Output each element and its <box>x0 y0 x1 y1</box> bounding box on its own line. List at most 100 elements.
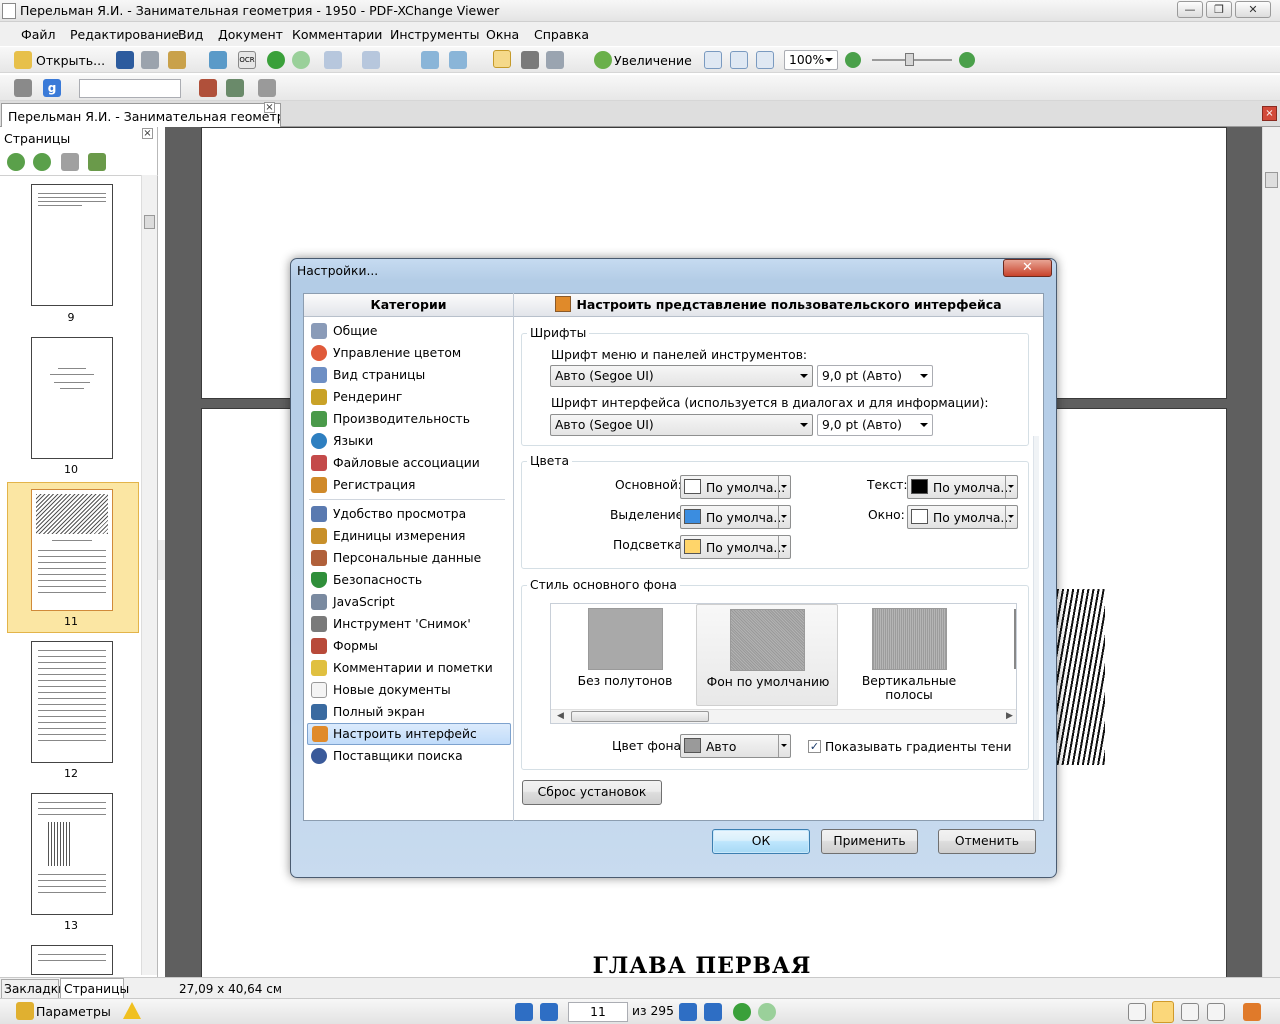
category-personal-data[interactable]: Персональные данные <box>309 548 509 568</box>
bg-color-picker[interactable]: Авто <box>680 734 791 758</box>
panel-close-icon[interactable]: × <box>142 128 153 139</box>
category-performance[interactable]: Производительность <box>309 409 509 429</box>
page-thumbnail-current[interactable] <box>31 489 113 611</box>
warning-icon[interactable] <box>123 1002 141 1019</box>
next-page-icon[interactable] <box>679 1003 697 1021</box>
document-scrollbar-thumb[interactable] <box>1265 172 1278 188</box>
zoom-in-icon[interactable] <box>959 52 975 68</box>
continuous-facing-icon[interactable] <box>1207 1003 1225 1021</box>
thumb-zoom-out-icon[interactable] <box>33 153 51 171</box>
background-list-hscroll[interactable]: ◀ ▶ <box>551 709 1016 723</box>
highlight-color-picker[interactable]: По умолча... <box>680 535 791 559</box>
category-general[interactable]: Общие <box>309 321 509 341</box>
category-customize-ui[interactable]: Настроить интерфейс <box>307 723 511 745</box>
category-file-associations[interactable]: Файловые ассоциации <box>309 453 509 473</box>
thumb-extract-icon[interactable] <box>88 153 106 171</box>
tab-close-icon[interactable]: × <box>264 102 275 113</box>
facing-pages-icon[interactable] <box>1181 1003 1199 1021</box>
menu-tools[interactable]: Инструменты <box>390 27 479 42</box>
bg-option-default[interactable]: Фон по умолчанию <box>696 604 838 706</box>
menu-comments[interactable]: Комментарии <box>292 27 382 42</box>
minimize-button[interactable]: — <box>1177 1 1203 18</box>
thumb-print-icon[interactable] <box>61 153 79 171</box>
thumb-zoom-in-icon[interactable] <box>7 153 25 171</box>
menu-font-select[interactable]: Авто (Segoe UI) <box>550 365 813 387</box>
continuous-page-icon[interactable] <box>1152 1001 1174 1023</box>
zoom-slider-thumb[interactable] <box>905 53 914 66</box>
menu-document[interactable]: Документ <box>218 27 283 42</box>
page-thumbnail[interactable] <box>31 641 113 763</box>
highlight-icon[interactable] <box>258 79 276 97</box>
category-registration[interactable]: Регистрация <box>309 475 509 495</box>
document-scrollbar[interactable] <box>1262 127 1280 977</box>
open-button[interactable]: Открыть... <box>36 53 105 68</box>
zoom-icon[interactable] <box>594 51 612 69</box>
export-icon[interactable] <box>168 51 186 69</box>
fit-width-icon[interactable] <box>756 51 774 69</box>
main-color-picker[interactable]: По умолча... <box>680 475 791 499</box>
ok-button[interactable]: ОК <box>712 829 810 854</box>
single-page-icon[interactable] <box>1128 1003 1146 1021</box>
actual-size-icon[interactable] <box>704 51 722 69</box>
print-icon[interactable] <box>141 51 159 69</box>
menu-file[interactable]: Файл <box>21 27 56 42</box>
tab-bookmarks[interactable]: Закладки <box>1 979 66 999</box>
category-snapshot-tool[interactable]: Инструмент 'Снимок' <box>309 614 509 634</box>
save-icon[interactable] <box>116 51 134 69</box>
reset-settings-button[interactable]: Сброс установок <box>522 780 662 805</box>
menu-edit[interactable]: Редактирование <box>70 27 179 42</box>
first-page-icon[interactable] <box>515 1003 533 1021</box>
category-color-management[interactable]: Управление цветом <box>309 343 509 363</box>
category-viewing-comfort[interactable]: Удобство просмотра <box>309 504 509 524</box>
snapshot-icon[interactable] <box>521 51 539 69</box>
settings-scrollbar[interactable] <box>1033 436 1039 820</box>
document-tab[interactable]: Перельман Я.И. - Занимательная геометри.… <box>1 103 281 127</box>
find-next-icon[interactable] <box>199 79 217 97</box>
zoom-out-icon[interactable] <box>845 52 861 68</box>
menu-windows[interactable]: Окна <box>486 27 519 42</box>
params-button[interactable]: Параметры <box>36 1004 111 1019</box>
ocr-icon[interactable]: OCR <box>238 51 256 69</box>
ui-font-select[interactable]: Авто (Segoe UI) <box>550 414 813 436</box>
last-page-icon[interactable] <box>704 1003 722 1021</box>
zoom-button[interactable]: Увеличение <box>614 53 692 68</box>
bg-option-vertical-stripes[interactable]: Вертикальные полосы <box>838 604 980 706</box>
thumbs-scrollbar[interactable] <box>141 175 157 975</box>
category-full-screen[interactable]: Полный экран <box>309 702 509 722</box>
rotate-left-icon[interactable] <box>421 51 439 69</box>
page-number-input[interactable]: 11 <box>568 1002 628 1022</box>
history-forward-icon[interactable] <box>758 1003 776 1021</box>
hscroll-thumb[interactable] <box>571 711 709 722</box>
text-color-picker[interactable]: По умолча... <box>907 475 1018 499</box>
category-new-documents[interactable]: Новые документы <box>309 680 509 700</box>
params-icon[interactable] <box>16 1002 34 1020</box>
category-units[interactable]: Единицы измерения <box>309 526 509 546</box>
history-back-icon[interactable] <box>733 1003 751 1021</box>
select-tool-icon[interactable] <box>546 51 564 69</box>
search-input[interactable] <box>79 79 181 98</box>
thumbs-scrollbar-thumb[interactable] <box>144 215 155 229</box>
category-forms[interactable]: Формы <box>309 636 509 656</box>
fit-page-icon[interactable] <box>730 51 748 69</box>
dialog-close-button[interactable]: ✕ <box>1003 259 1052 277</box>
hand-tool-icon[interactable] <box>493 50 511 68</box>
close-document-icon[interactable]: × <box>1262 106 1277 121</box>
back-icon[interactable] <box>267 51 285 69</box>
find-icon[interactable] <box>14 79 32 97</box>
category-languages[interactable]: Языки <box>309 431 509 451</box>
undo-icon[interactable] <box>324 51 342 69</box>
google-search-icon[interactable]: g <box>43 79 61 97</box>
panel-splitter[interactable] <box>158 540 165 580</box>
window-color-picker[interactable]: По умолча... <box>907 505 1018 529</box>
rotate-right-icon[interactable] <box>449 51 467 69</box>
category-rendering[interactable]: Рендеринг <box>309 387 509 407</box>
category-security[interactable]: Безопасность <box>309 570 509 590</box>
zoom-level-select[interactable]: 100% <box>784 50 838 70</box>
selection-color-picker[interactable]: По умолча... <box>680 505 791 529</box>
menu-view[interactable]: Вид <box>178 27 203 42</box>
apply-button[interactable]: Применить <box>821 829 918 854</box>
view-mode-icon[interactable] <box>1243 1003 1261 1021</box>
category-search-providers[interactable]: Поставщики поиска <box>309 746 509 766</box>
category-javascript[interactable]: JavaScript <box>309 592 509 612</box>
bg-option-no-halftone[interactable]: Без полутонов <box>554 604 696 706</box>
